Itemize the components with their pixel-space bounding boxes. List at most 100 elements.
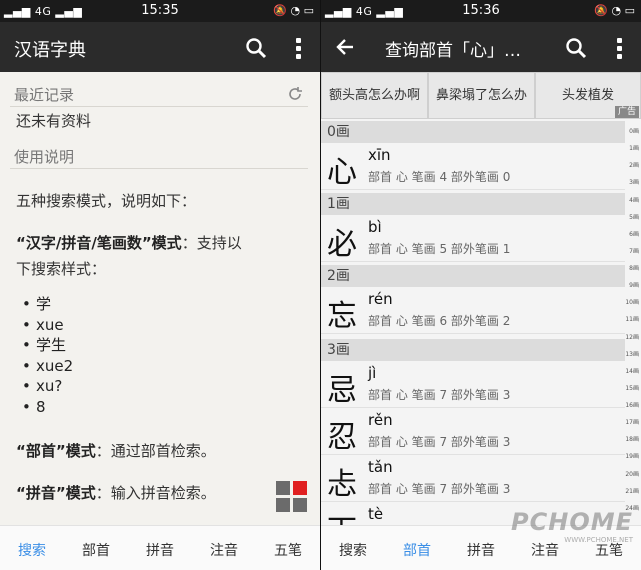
app-bar: 查询部首「心」… [321,22,641,72]
page-title: 查询部首「心」… [385,41,521,61]
stroke-index-item[interactable]: 12画 [625,332,639,341]
character: 忌 [327,373,357,408]
refresh-icon[interactable] [287,86,303,102]
stroke-index-scrollbar[interactable]: 0画 1画 2画 3画 4画 5画 6画 7画 8画 9画 10画 11画 12画 13画 14画 15画 16… [625,120,641,526]
stroke-index-item[interactable]: 11画 [625,314,639,323]
pinyin: bì [368,218,382,236]
divider [10,106,308,107]
character: 忐 [327,467,357,502]
stroke-index-item[interactable]: 7画 [629,246,639,255]
more-options-icon[interactable] [617,38,623,62]
mode1-desc-cont: 下搜索样式： [16,260,107,278]
pinyin: rěn [368,411,393,429]
pinyin: rén [368,290,393,308]
mode2-title: “部首”模式 [16,442,96,460]
watermark-logo: PCHOME WWW.PCHOME.NET [511,508,633,544]
ad-link[interactable]: 鼻梁塌了怎么办 [428,72,535,119]
tab-pinyin[interactable]: 拼音 [128,540,192,560]
list-item[interactable]: 忌 jì 部首 心 笔画 7 部外笔画 3 [321,361,625,408]
tab-search[interactable]: 搜索 [321,540,385,560]
tab-radical[interactable]: 部首 [385,540,449,560]
mode3-line: “拼音”模式：输入拼音检索。 [16,482,216,503]
stroke-index-item[interactable]: 5画 [629,212,639,221]
tab-pinyin[interactable]: 拼音 [449,540,513,560]
character: 忘 [327,299,357,334]
list-item[interactable]: 心 xīn 部首 心 笔画 4 部外笔画 0 [321,143,625,190]
stroke-index-item[interactable]: 10画 [625,297,639,306]
battery-icon: 🔕 ◔ ▭ [594,4,635,17]
left-screen: ▂▄▆ 4G ▂▄▆ 15:35 🔕 ◔ ▭ 汉语字典 最近记录 还未有资料 使… [0,0,320,570]
status-bar: ▂▄▆ 4G ▂▄▆ 15:35 🔕 ◔ ▭ [0,0,320,22]
list-item[interactable]: 忘 rén 部首 心 笔画 6 部外笔画 2 [321,287,625,334]
example-list: 学 xue 学生 xue2 xu? 8 [22,294,73,418]
battery-icon: 🔕 ◔ ▭ [273,4,314,17]
stroke-index-item[interactable]: 2画 [629,160,639,169]
character: 必 [327,227,357,262]
list-item[interactable]: 忐 tǎn 部首 心 笔画 7 部外笔画 3 [321,455,625,502]
stroke-group-header: 2画 [321,265,625,287]
divider [10,168,308,169]
character-meta: 部首 心 笔画 4 部外笔画 0 [368,170,511,184]
bottom-tab-bar: 搜索 部首 拼音 注音 五笔 [0,525,320,570]
list-item[interactable]: 必 bì 部首 心 笔画 5 部外笔画 1 [321,215,625,262]
search-icon[interactable] [244,36,268,60]
stroke-group-header: 0画 [321,121,625,143]
pinyin: tǎn [368,458,393,476]
character-meta: 部首 心 笔画 6 部外笔画 2 [368,314,511,328]
stroke-index-item[interactable]: 14画 [625,366,639,375]
list-item: 8 [22,397,73,418]
list-item: xu? [22,376,73,397]
stroke-index-item[interactable]: 16画 [625,400,639,409]
search-icon[interactable] [564,36,588,60]
mode3-desc: ：输入拼音检索。 [95,484,216,502]
mode1-desc: ：支持以 [181,234,242,252]
list-item: 学生 [22,335,73,356]
character-meta: 部首 心 笔画 7 部外笔画 3 [368,482,511,496]
right-screen: ▂▄▆ 4G ▂▄▆ 15:36 🔕 ◔ ▭ 查询部首「心」… 额头高怎么办啊 … [321,0,641,570]
app-bar: 汉语字典 [0,22,320,72]
more-options-icon[interactable] [296,38,302,62]
tab-zhuyin[interactable]: 注音 [192,540,256,560]
mode1-title: “汉字/拼音/笔画数”模式 [16,234,182,252]
stroke-index-item[interactable]: 0画 [629,126,639,135]
stroke-index-item[interactable]: 19画 [625,451,639,460]
clock: 15:36 [462,3,500,18]
character-meta: 部首 心 笔画 7 部外笔画 3 [368,388,511,402]
character: 忍 [327,420,357,455]
recent-header: 最近记录 [14,86,75,104]
mode2-line: “部首”模式：通过部首检索。 [16,440,216,461]
ad-link[interactable]: 额头高怎么办啊 [321,72,428,119]
stroke-index-item[interactable]: 8画 [629,263,639,272]
ad-banner: 额头高怎么办啊 鼻梁塌了怎么办 头发植发 广告 [321,72,641,120]
tab-wubi[interactable]: 五笔 [256,540,320,560]
stroke-index-item[interactable]: 9画 [629,280,639,289]
stroke-index-item[interactable]: 4画 [629,195,639,204]
stroke-index-item[interactable]: 1画 [629,143,639,152]
tab-search[interactable]: 搜索 [0,540,64,560]
stroke-index-item[interactable]: 6画 [629,229,639,238]
stroke-index-item[interactable]: 20画 [625,469,639,478]
mode1-line: “汉字/拼音/笔画数”模式：支持以 [16,232,242,253]
pinyin: jì [368,364,377,382]
recent-empty-text: 还未有资料 [16,112,92,130]
stroke-index-item[interactable]: 21画 [625,486,639,495]
app-title: 汉语字典 [14,40,86,61]
list-item[interactable]: 忍 rěn 部首 心 笔画 7 部外笔画 3 [321,408,625,455]
pinyin: tè [368,505,384,523]
stroke-index-item[interactable]: 18画 [625,434,639,443]
usage-header: 使用说明 [14,148,75,166]
stroke-index-item[interactable]: 13画 [625,349,639,358]
ad-tag: 广告 [614,106,639,118]
stroke-index-item[interactable]: 3画 [629,177,639,186]
mode2-desc: ：通过部首检索。 [95,442,216,460]
app-grid-icon[interactable] [276,481,308,513]
clock: 15:35 [141,3,179,18]
status-bar: ▂▄▆ 4G ▂▄▆ 15:36 🔕 ◔ ▭ [321,0,641,22]
stroke-group-header: 1画 [321,193,625,215]
stroke-index-item[interactable]: 15画 [625,383,639,392]
tab-radical[interactable]: 部首 [64,540,128,560]
list-item: 学 [22,294,73,315]
stroke-index-item[interactable]: 17画 [625,417,639,426]
mode3-title: “拼音”模式 [16,484,96,502]
back-arrow-icon[interactable] [335,37,355,57]
